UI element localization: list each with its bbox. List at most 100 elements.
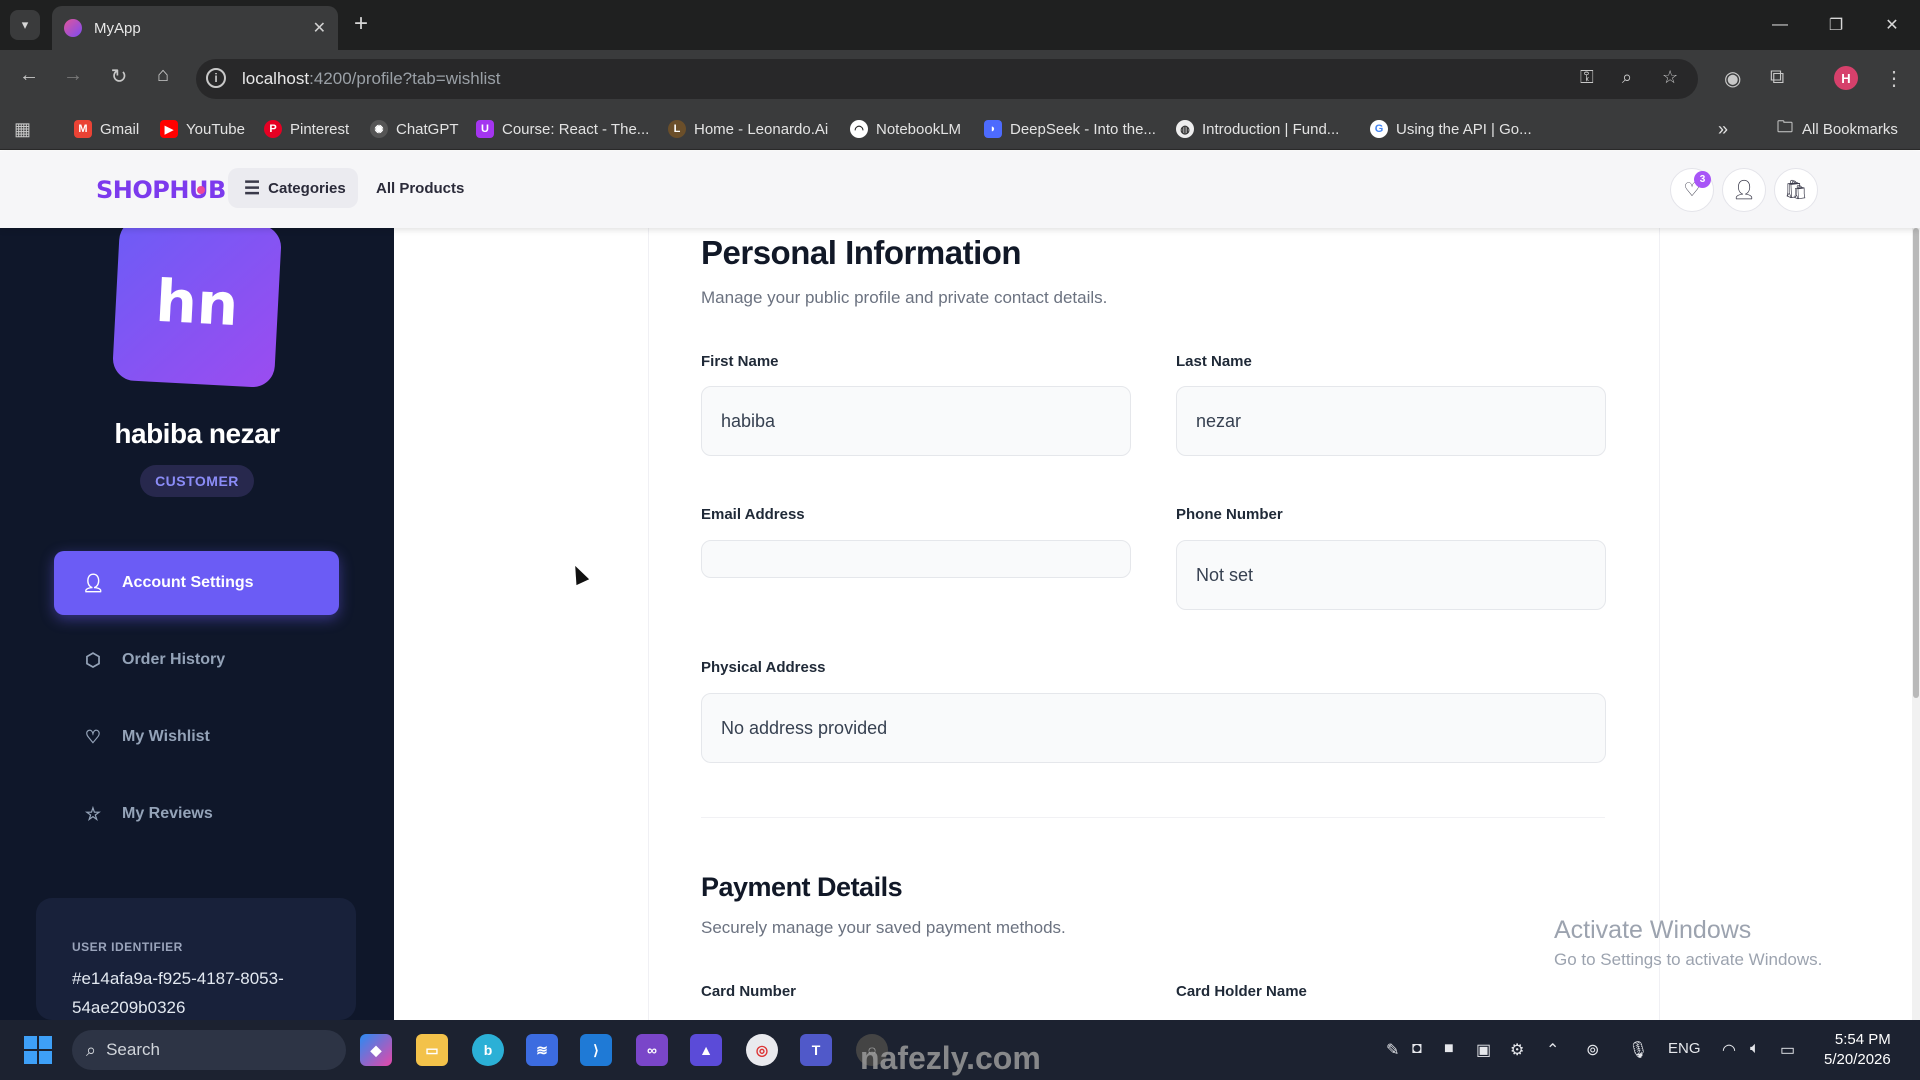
bookmark-star-icon[interactable]: ☆ — [1662, 67, 1678, 88]
search-icon: ⌕ — [86, 1039, 97, 1060]
windows-start-icon[interactable] — [24, 1036, 52, 1064]
sidebar-item-order-history[interactable]: ⬡ Order History — [54, 628, 339, 692]
forward-button[interactable]: → — [58, 64, 88, 87]
last-name-field[interactable]: nezar — [1176, 386, 1606, 456]
avatar: hn — [111, 217, 283, 389]
app-favicon-icon — [64, 19, 82, 37]
shophub-logo[interactable]: SHOPHUB — [96, 176, 226, 204]
app-icon-3[interactable]: ▲ — [690, 1034, 722, 1066]
teams-icon[interactable]: T — [800, 1034, 832, 1066]
profile-avatar[interactable]: H — [1834, 66, 1858, 90]
microphone-icon[interactable]: 🎙︎ — [1628, 1040, 1648, 1060]
site-info-icon[interactable]: i — [206, 68, 226, 88]
role-badge: CUSTOMER — [140, 465, 254, 497]
clock-date: 5/20/2026 — [1824, 1051, 1891, 1068]
taskbar-clock[interactable]: 5:54 PM 5/20/2026 — [1824, 1030, 1891, 1070]
extensions-puzzle-icon[interactable]: ⧉ — [1770, 66, 1784, 89]
notebooklm-icon: ◠ — [850, 120, 868, 138]
bookmark-pinterest[interactable]: P Pinterest — [264, 116, 349, 142]
app-icon-2[interactable]: ≋ — [526, 1034, 558, 1066]
home-button[interactable]: ⌂ — [148, 64, 178, 87]
visual-studio-icon[interactable]: ∞ — [636, 1034, 668, 1066]
bookmark-notebooklm[interactable]: ◠ NotebookLM — [850, 116, 961, 142]
apps-grid-icon[interactable]: ▦ — [14, 116, 31, 142]
minimize-button[interactable]: — — [1752, 0, 1808, 50]
bookmark-gmail[interactable]: M Gmail — [74, 116, 139, 142]
account-button[interactable]: 👤︎ — [1722, 168, 1766, 212]
bookmark-leonardo[interactable]: L Home - Leonardo.Ai — [668, 116, 828, 142]
tray-icon-1[interactable]: ✎ — [1386, 1040, 1399, 1060]
address-field[interactable]: No address provided — [701, 693, 1606, 763]
window-controls: — ❐ ✕ — [1752, 0, 1920, 50]
section-divider — [701, 817, 1605, 818]
categories-button[interactable]: ☰ Categories — [228, 168, 358, 208]
email-field[interactable] — [701, 540, 1131, 578]
tray-icon-2[interactable]: ▣ — [1476, 1040, 1491, 1060]
card-number-label: Card Number — [701, 983, 797, 1000]
browser-menu-icon[interactable]: ⋮ — [1884, 66, 1904, 91]
udemy-icon: U — [476, 120, 494, 138]
cart-button[interactable]: 🛍︎ — [1774, 168, 1818, 212]
zoom-icon[interactable]: ⌕ — [1622, 67, 1632, 88]
new-tab-button[interactable]: + — [354, 12, 368, 36]
bookmark-label: DeepSeek - Into the... — [1010, 120, 1156, 138]
all-products-link[interactable]: All Products — [376, 180, 464, 197]
tab-search-button[interactable]: ▾ — [10, 10, 40, 40]
password-key-icon[interactable]: ⚿ — [1580, 67, 1594, 88]
all-bookmarks-label: All Bookmarks — [1802, 120, 1898, 138]
bookmark-deepseek[interactable]: ◗ DeepSeek - Into the... — [984, 116, 1156, 142]
wifi-icon[interactable]: ◠ — [1722, 1040, 1736, 1060]
tray-icon-3[interactable]: ⊚ — [1586, 1040, 1599, 1060]
shopping-bag-icon: 🛍︎ — [1783, 180, 1809, 201]
url-text[interactable]: localhost:4200/profile?tab=wishlist — [242, 69, 500, 89]
deepseek-icon: ◗ — [984, 120, 1002, 138]
first-name-field[interactable]: habiba — [701, 386, 1131, 456]
sidebar-item-label: My Reviews — [122, 805, 213, 822]
show-hidden-icons-icon[interactable]: ⌃ — [1546, 1040, 1559, 1060]
vscode-icon[interactable]: ⟩ — [580, 1034, 612, 1066]
user-name: habiba nezar — [114, 418, 280, 449]
sidebar-item-label: Account Settings — [122, 574, 254, 591]
taskbar-search[interactable]: ⌕ Search — [72, 1030, 346, 1070]
extension-icon[interactable]: ◉ — [1724, 66, 1741, 91]
clock-time: 5:54 PM — [1834, 1031, 1891, 1048]
bookmark-chatgpt[interactable]: ✺ ChatGPT — [370, 116, 459, 142]
sidebar-item-label: Order History — [122, 651, 226, 668]
phone-field[interactable]: Not set — [1176, 540, 1606, 610]
bookmark-label: Home - Leonardo.Ai — [694, 120, 829, 138]
volume-icon[interactable]: 🔈︎ — [1750, 1040, 1760, 1058]
restore-button[interactable]: ❐ — [1808, 0, 1864, 50]
file-explorer-icon[interactable]: ▭ — [416, 1034, 448, 1066]
bookmark-introduction[interactable]: ◍ Introduction | Fund... — [1176, 116, 1339, 142]
close-window-button[interactable]: ✕ — [1864, 0, 1920, 50]
folder-icon: 🗀 — [1776, 118, 1793, 136]
address-label: Physical Address — [701, 659, 826, 676]
bookmark-udemy[interactable]: U Course: React - The... — [476, 116, 649, 142]
bookmark-label: ChatGPT — [396, 120, 459, 138]
menu-icon: ☰ — [244, 177, 261, 198]
back-button[interactable]: ← — [14, 64, 44, 87]
camera-icon[interactable]: ◘ — [1412, 1040, 1422, 1058]
settings-gear-icon[interactable]: ⚙ — [1510, 1040, 1524, 1060]
taskbar-search-label: Search — [106, 1040, 160, 1059]
scrollbar-thumb[interactable] — [1913, 228, 1919, 698]
reload-button[interactable]: ↻ — [104, 64, 134, 89]
first-name-label: First Name — [701, 353, 779, 370]
copilot-icon[interactable]: ◆ — [360, 1034, 392, 1066]
bookmark-google-api[interactable]: G Using the API | Go... — [1370, 116, 1532, 142]
bookmark-label: YouTube — [186, 120, 245, 138]
all-bookmarks[interactable]: 🗀 All Bookmarks — [1776, 116, 1898, 142]
sidebar-item-account-settings[interactable]: 👤︎ Account Settings — [54, 551, 339, 615]
sidebar-item-my-reviews[interactable]: ☆ My Reviews — [54, 782, 339, 846]
bookmark-label: Using the API | Go... — [1396, 120, 1532, 138]
app-icon-1[interactable]: b — [472, 1034, 504, 1066]
sidebar-item-my-wishlist[interactable]: ♡ My Wishlist — [54, 705, 339, 769]
battery-icon[interactable]: ▭ — [1780, 1040, 1795, 1060]
close-tab-icon[interactable]: ✕ — [313, 18, 326, 38]
bookmark-youtube[interactable]: ▶ YouTube — [160, 116, 245, 142]
chrome-icon[interactable]: ◎ — [746, 1034, 778, 1066]
more-bookmarks-icon[interactable]: » — [1718, 116, 1728, 142]
browser-tab[interactable]: MyApp ✕ — [52, 6, 338, 50]
video-icon[interactable]: ■ — [1444, 1040, 1454, 1058]
language-indicator[interactable]: ENG — [1668, 1040, 1701, 1057]
